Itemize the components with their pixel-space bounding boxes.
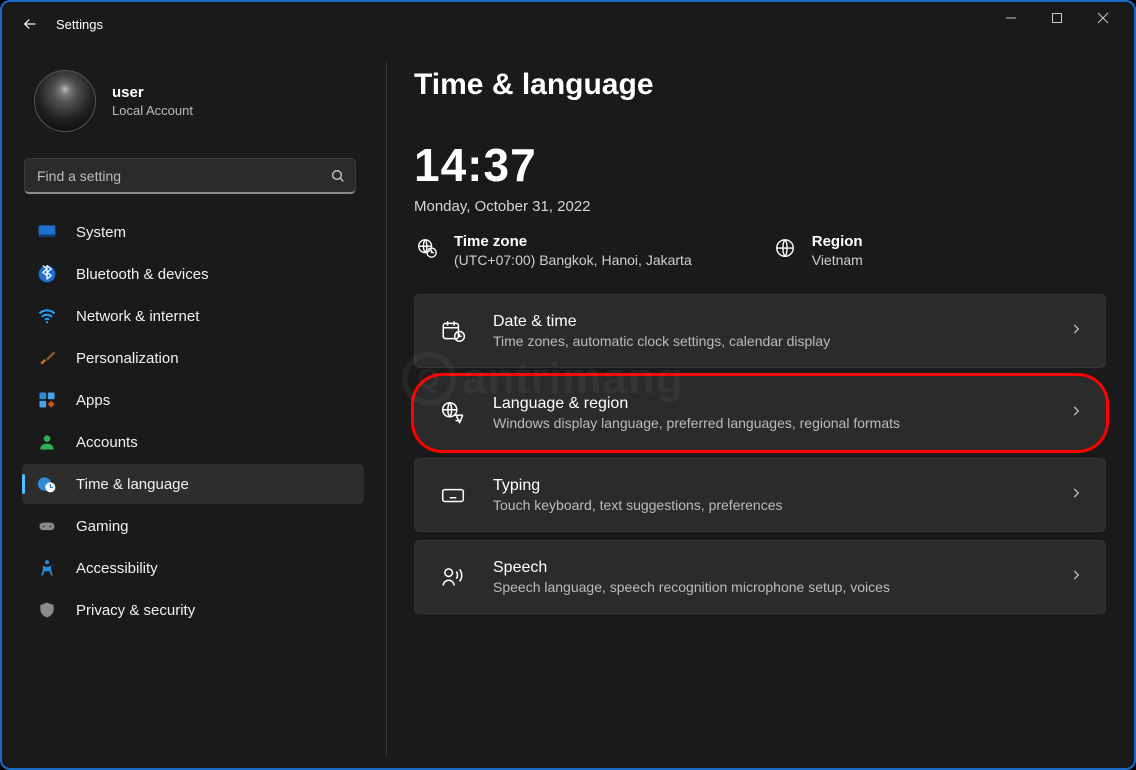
sidebar-item-system[interactable]: System	[22, 212, 364, 252]
timezone-block[interactable]: Time zone (UTC+07:00) Bangkok, Hanoi, Ja…	[414, 233, 692, 268]
timezone-value: (UTC+07:00) Bangkok, Hanoi, Jakarta	[454, 252, 692, 268]
sidebar-item-label: Network & internet	[76, 308, 199, 325]
card-title: Speech	[493, 559, 1043, 577]
sidebar-item-label: Privacy & security	[76, 602, 195, 619]
sidebar: user Local Account System Bluetooth & de…	[2, 46, 372, 768]
card-subtitle: Windows display language, preferred lang…	[493, 415, 1043, 431]
sidebar-item-network[interactable]: Network & internet	[22, 296, 364, 336]
card-title: Date & time	[493, 313, 1043, 331]
maximize-icon	[1051, 12, 1063, 24]
sidebar-item-gaming[interactable]: Gaming	[22, 506, 364, 546]
chevron-right-icon	[1069, 486, 1083, 505]
chevron-right-icon	[1069, 404, 1083, 423]
page-title: Time & language	[414, 68, 1106, 102]
card-subtitle: Touch keyboard, text suggestions, prefer…	[493, 497, 1043, 513]
sidebar-item-label: Bluetooth & devices	[76, 266, 209, 283]
paintbrush-icon	[36, 347, 58, 369]
divider	[386, 62, 387, 756]
card-title: Typing	[493, 477, 1043, 495]
main-content: Time & language 14:37 Monday, October 31…	[372, 46, 1134, 768]
card-date-time[interactable]: Date & time Time zones, automatic clock …	[414, 294, 1106, 368]
accessibility-icon	[36, 557, 58, 579]
profile-subtitle: Local Account	[112, 103, 193, 118]
sidebar-item-apps[interactable]: Apps	[22, 380, 364, 420]
profile-block[interactable]: user Local Account	[22, 52, 364, 154]
profile-name: user	[112, 84, 193, 101]
timezone-title: Time zone	[454, 233, 692, 250]
close-button[interactable]	[1080, 2, 1126, 34]
sidebar-item-personalization[interactable]: Personalization	[22, 338, 364, 378]
keyboard-icon	[439, 481, 467, 509]
sidebar-nav: System Bluetooth & devices Network & int…	[22, 212, 364, 630]
language-icon	[439, 399, 467, 427]
search-icon	[330, 158, 346, 194]
card-subtitle: Time zones, automatic clock settings, ca…	[493, 333, 1043, 349]
avatar	[34, 70, 96, 132]
sidebar-item-time-language[interactable]: Time & language	[22, 464, 364, 504]
minimize-button[interactable]	[988, 2, 1034, 34]
close-icon	[1097, 12, 1109, 24]
sidebar-item-label: Accessibility	[76, 560, 158, 577]
chevron-right-icon	[1069, 568, 1083, 587]
region-value: Vietnam	[812, 252, 863, 268]
clock-globe-icon	[36, 473, 58, 495]
settings-cards: Date & time Time zones, automatic clock …	[414, 294, 1106, 614]
person-icon	[36, 431, 58, 453]
region-title: Region	[812, 233, 863, 250]
card-speech[interactable]: Speech Speech language, speech recogniti…	[414, 540, 1106, 614]
gamepad-icon	[36, 515, 58, 537]
titlebar: Settings	[2, 2, 1134, 46]
card-subtitle: Speech language, speech recognition micr…	[493, 579, 1043, 595]
sidebar-item-privacy[interactable]: Privacy & security	[22, 590, 364, 630]
window-controls	[988, 2, 1126, 46]
app-title: Settings	[56, 17, 103, 32]
settings-window: Settings user Local Account	[0, 0, 1136, 770]
sidebar-item-label: Personalization	[76, 350, 179, 367]
apps-icon	[36, 389, 58, 411]
maximize-button[interactable]	[1034, 2, 1080, 34]
sidebar-item-bluetooth[interactable]: Bluetooth & devices	[22, 254, 364, 294]
shield-icon	[36, 599, 58, 621]
wifi-icon	[36, 305, 58, 327]
arrow-left-icon	[21, 15, 39, 33]
search-container	[24, 158, 356, 194]
sidebar-item-label: System	[76, 224, 126, 241]
minimize-icon	[1005, 12, 1017, 24]
info-row: Time zone (UTC+07:00) Bangkok, Hanoi, Ja…	[414, 233, 1106, 268]
date-time-icon	[439, 317, 467, 345]
clock-time: 14:37	[414, 138, 1106, 192]
sidebar-item-label: Gaming	[76, 518, 129, 535]
globe-icon	[772, 235, 798, 261]
search-input[interactable]	[24, 158, 356, 194]
sidebar-item-label: Time & language	[76, 476, 189, 493]
body-area: user Local Account System Bluetooth & de…	[2, 46, 1134, 768]
bluetooth-icon	[36, 263, 58, 285]
timezone-icon	[414, 235, 440, 261]
sidebar-item-accessibility[interactable]: Accessibility	[22, 548, 364, 588]
back-button[interactable]	[10, 6, 50, 42]
chevron-right-icon	[1069, 322, 1083, 341]
card-title: Language & region	[493, 395, 1043, 413]
card-language-region[interactable]: Language & region Windows display langua…	[414, 376, 1106, 450]
speech-icon	[439, 563, 467, 591]
clock-date: Monday, October 31, 2022	[414, 198, 1106, 215]
sidebar-item-label: Apps	[76, 392, 110, 409]
region-block[interactable]: Region Vietnam	[772, 233, 863, 268]
sidebar-item-label: Accounts	[76, 434, 138, 451]
card-typing[interactable]: Typing Touch keyboard, text suggestions,…	[414, 458, 1106, 532]
system-icon	[36, 221, 58, 243]
sidebar-item-accounts[interactable]: Accounts	[22, 422, 364, 462]
